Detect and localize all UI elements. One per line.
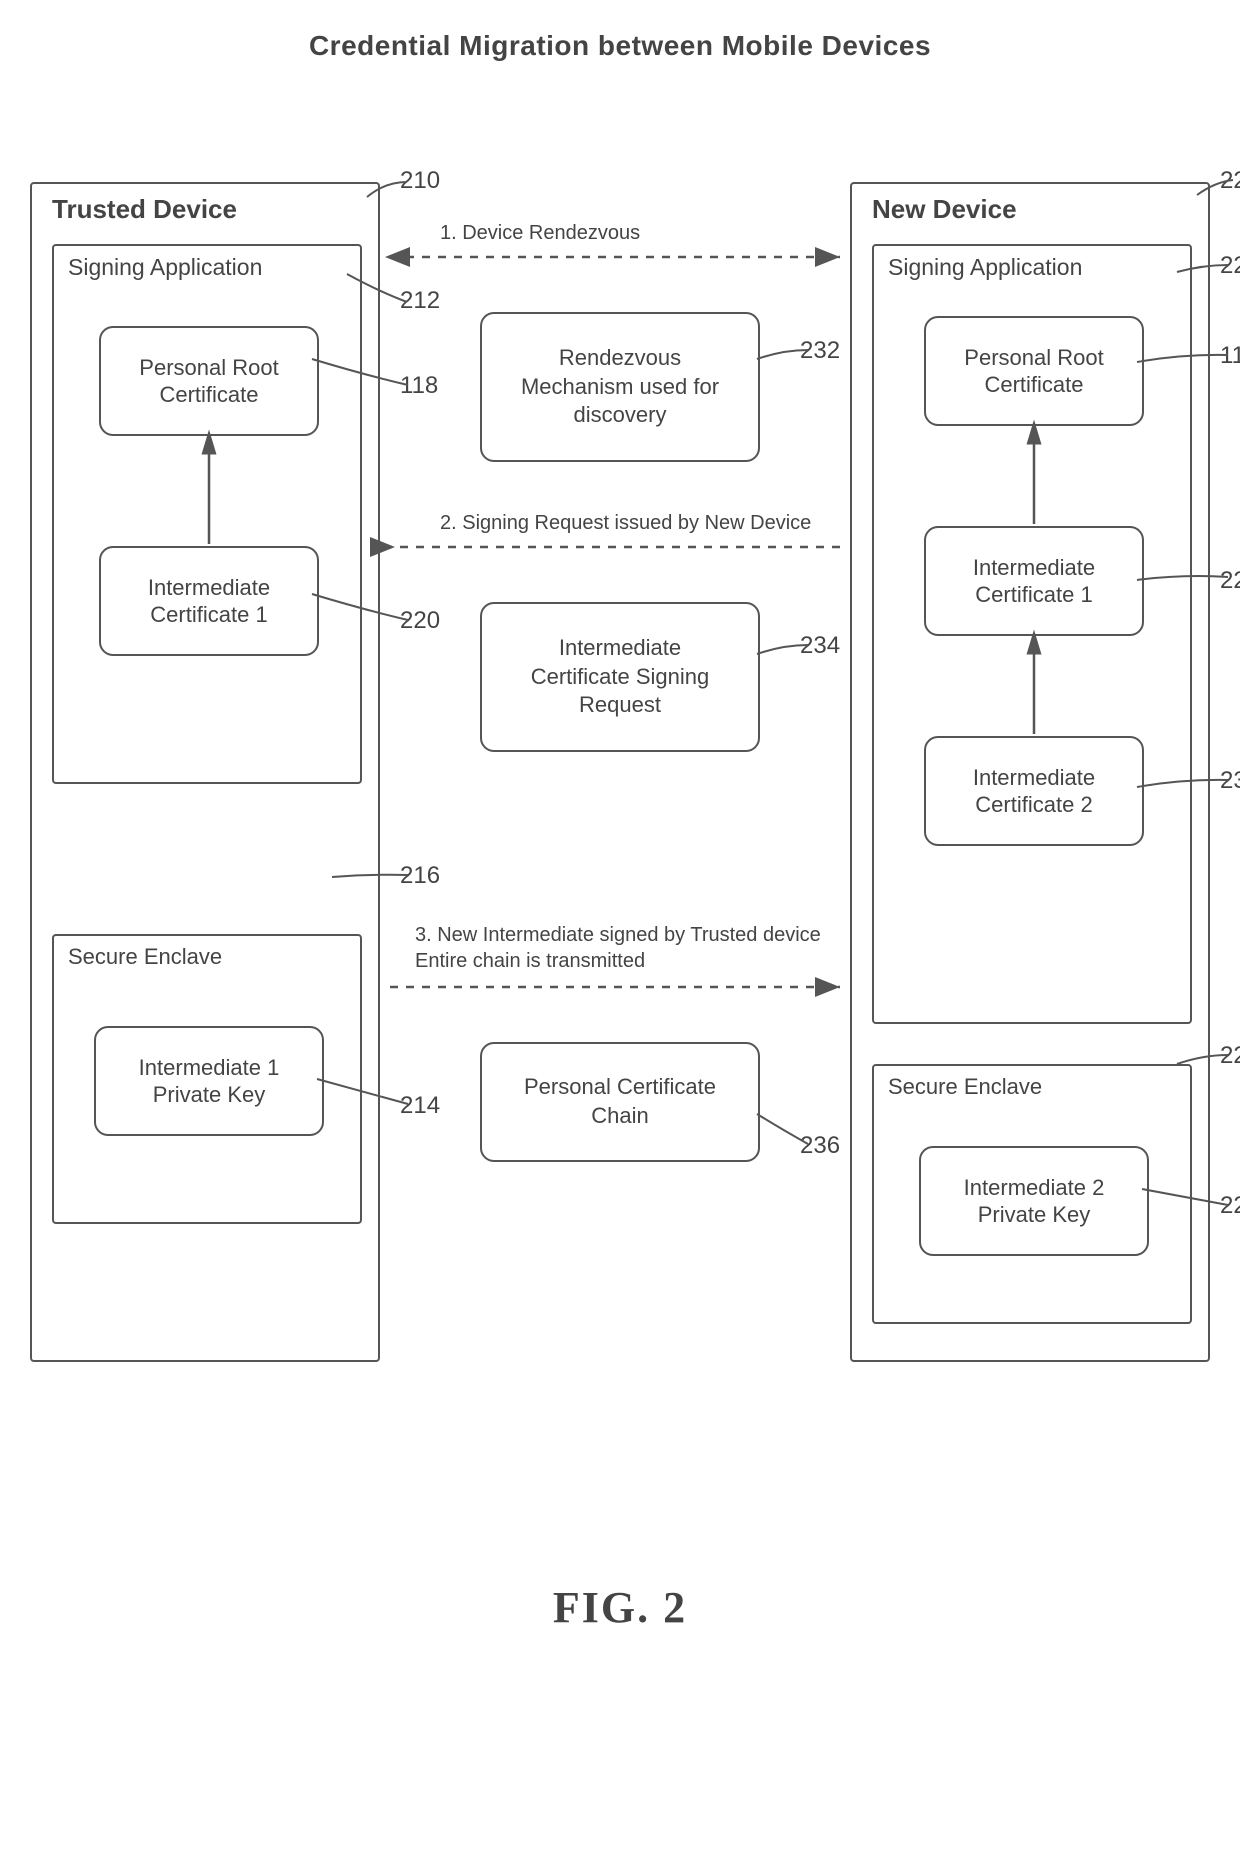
arrow-step1 — [380, 247, 850, 267]
new-device-title: New Device — [872, 194, 1017, 225]
lead-118b — [1135, 352, 1230, 367]
lead-212 — [345, 272, 410, 312]
csr-label: IntermediateCertificate SigningRequest — [531, 634, 710, 720]
lead-220a — [310, 592, 410, 632]
lead-230 — [1135, 777, 1230, 792]
new-intermediate-cert-1: IntermediateCertificate 1 — [924, 526, 1144, 636]
lead-224 — [1175, 262, 1230, 277]
new-signing-app-title: Signing Application — [888, 254, 1082, 281]
new-enclave-title: Secure Enclave — [888, 1074, 1042, 1100]
lead-232 — [755, 347, 810, 362]
new-intermediate-2-private-key: Intermediate 2Private Key — [919, 1146, 1149, 1256]
step2-label: 2. Signing Request issued by New Device — [440, 512, 811, 535]
trusted-device-title: Trusted Device — [52, 194, 237, 225]
chain-label: Personal CertificateChain — [524, 1073, 716, 1130]
new-inter2-key-label: Intermediate 2Private Key — [964, 1174, 1105, 1229]
page-title: Credential Migration between Mobile Devi… — [20, 30, 1220, 62]
trusted-intermediate-1-private-key: Intermediate 1Private Key — [94, 1026, 324, 1136]
trusted-intermediate-cert-1: IntermediateCertificate 1 — [99, 546, 319, 656]
lead-118a — [310, 357, 410, 397]
diagram-canvas: Trusted Device Signing Application Perso… — [20, 92, 1220, 1542]
lead-216 — [330, 872, 410, 887]
lead-234 — [755, 642, 810, 657]
rendezvous-mechanism: RendezvousMechanism used fordiscovery — [480, 312, 760, 462]
new-personal-root-cert: Personal RootCertificate — [924, 316, 1144, 426]
lead-210 — [365, 177, 410, 202]
intermediate-csr: IntermediateCertificate SigningRequest — [480, 602, 760, 752]
trusted-personal-root-cert: Personal RootCertificate — [99, 326, 319, 436]
lead-220b — [1135, 572, 1230, 587]
lead-228 — [1175, 1052, 1230, 1067]
trusted-signing-app-title: Signing Application — [68, 254, 262, 281]
new-intermediate-cert-2: IntermediateCertificate 2 — [924, 736, 1144, 846]
arrow-trusted-inter1-to-root — [199, 436, 219, 546]
new-inter1-label: IntermediateCertificate 1 — [973, 554, 1095, 609]
arrow-new-inter2-to-inter1 — [1024, 636, 1044, 736]
lead-222 — [1195, 177, 1235, 197]
trusted-root-cert-label: Personal RootCertificate — [139, 354, 278, 409]
step1-label: 1. Device Rendezvous — [440, 222, 640, 245]
rendezvous-label: RendezvousMechanism used fordiscovery — [521, 344, 719, 430]
figure-label: FIG. 2 — [20, 1582, 1220, 1633]
new-root-cert-label: Personal RootCertificate — [964, 344, 1103, 399]
arrow-new-inter1-to-root — [1024, 426, 1044, 526]
new-inter2-label: IntermediateCertificate 2 — [973, 764, 1095, 819]
step3-label: 3. New Intermediate signed by Trusted de… — [415, 922, 835, 974]
trusted-inter1-label: IntermediateCertificate 1 — [148, 574, 270, 629]
lead-214 — [315, 1077, 410, 1112]
arrow-step3 — [380, 977, 850, 997]
trusted-inter1-key-label: Intermediate 1Private Key — [139, 1054, 280, 1109]
trusted-signing-application: Signing Application Personal RootCertifi… — [52, 244, 362, 784]
lead-226 — [1140, 1187, 1230, 1212]
arrow-step2 — [380, 537, 850, 557]
lead-236 — [755, 1112, 810, 1147]
trusted-enclave-title: Secure Enclave — [68, 944, 222, 970]
personal-cert-chain: Personal CertificateChain — [480, 1042, 760, 1162]
